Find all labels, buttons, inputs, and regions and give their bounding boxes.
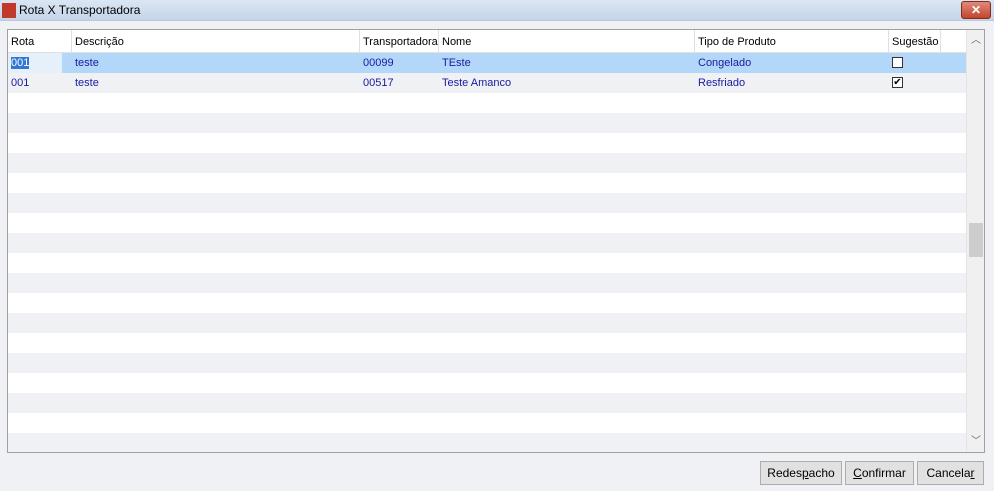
table-row[interactable]: 001 teste 00099 TEste Congelado <box>8 53 966 73</box>
empty-row <box>8 93 966 113</box>
column-header-transportadora[interactable]: Transportadora <box>360 30 439 53</box>
redespacho-button[interactable]: Redespacho <box>760 461 842 485</box>
cell-tipo[interactable]: Congelado <box>695 53 751 73</box>
cancelar-button[interactable]: Cancelar <box>917 461 984 485</box>
empty-row <box>8 233 966 253</box>
label: onfirmar <box>861 466 906 480</box>
sugestao-checkbox[interactable] <box>892 57 903 68</box>
cell-nome[interactable]: TEste <box>439 53 471 73</box>
table-row[interactable]: 001 teste 00517 Teste Amanco Resfriado ✔ <box>8 73 966 93</box>
empty-row <box>8 413 966 433</box>
empty-row <box>8 293 966 313</box>
empty-row <box>8 153 966 173</box>
routes-grid: Rota Descrição Transportadora Nome Tipo … <box>7 29 985 453</box>
confirmar-button[interactable]: Confirmar <box>845 461 914 485</box>
scroll-up-icon[interactable]: ︿ <box>967 32 984 49</box>
empty-row <box>8 313 966 333</box>
window-title: Rota X Transportadora <box>19 3 141 17</box>
column-header-sugestao[interactable]: Sugestão <box>889 30 941 53</box>
label: Redes <box>767 466 802 480</box>
grid-header: Rota Descrição Transportadora Nome Tipo … <box>8 30 966 53</box>
grid-rows: 001 teste 00099 TEste Congelado 001 teste 00517… <box>8 53 966 452</box>
empty-row <box>8 433 966 452</box>
cell-descricao[interactable]: teste <box>72 53 99 73</box>
label: Cancela <box>926 466 971 480</box>
vertical-scrollbar[interactable]: ︿ ﹀ <box>966 30 984 452</box>
label: acho <box>808 466 835 480</box>
sugestao-checkbox[interactable]: ✔ <box>892 77 903 88</box>
cell-nome[interactable]: Teste Amanco <box>439 73 511 93</box>
empty-row <box>8 133 966 153</box>
cell-transportadora[interactable]: 00099 <box>360 53 394 73</box>
empty-row <box>8 333 966 353</box>
empty-row <box>8 353 966 373</box>
empty-row <box>8 253 966 273</box>
column-header-nome[interactable]: Nome <box>439 30 695 53</box>
cell-descricao[interactable]: teste <box>72 73 99 93</box>
cell-text: 001 <box>11 57 30 69</box>
cell-rota[interactable]: 001 <box>8 73 29 93</box>
empty-row <box>8 373 966 393</box>
app-logo-icon <box>2 3 16 18</box>
close-button[interactable]: ✕ <box>961 1 991 19</box>
mnemonic: C <box>853 466 862 480</box>
empty-row <box>8 173 966 193</box>
column-header-rota[interactable]: Rota <box>8 30 72 53</box>
title-bar: Rota X Transportadora ✕ <box>0 0 994 21</box>
column-header-descricao[interactable]: Descrição <box>72 30 360 53</box>
empty-row <box>8 273 966 293</box>
mnemonic: r <box>970 466 975 480</box>
scroll-down-icon[interactable]: ﹀ <box>967 433 984 450</box>
empty-row <box>8 213 966 233</box>
column-header-tipo-produto[interactable]: Tipo de Produto <box>695 30 889 53</box>
cell-rota[interactable]: 001 <box>8 53 62 73</box>
scrollbar-thumb[interactable] <box>969 223 983 257</box>
empty-row <box>8 393 966 413</box>
cell-tipo[interactable]: Resfriado <box>695 73 745 93</box>
mnemonic: p <box>801 466 809 480</box>
cell-transportadora[interactable]: 00517 <box>360 73 394 93</box>
empty-row <box>8 113 966 133</box>
empty-row <box>8 193 966 213</box>
